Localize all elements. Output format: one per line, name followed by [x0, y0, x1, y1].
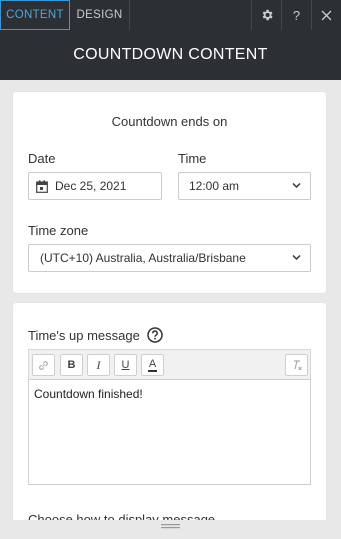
italic-button[interactable]: I — [87, 354, 110, 376]
message-card: Time's up message B I U A Countdown fini… — [13, 303, 326, 528]
clear-format-icon — [293, 360, 302, 371]
date-field[interactable]: Dec 25, 2021 — [28, 172, 162, 200]
resize-grip-icon[interactable] — [161, 523, 180, 531]
tab-content[interactable]: CONTENT — [0, 0, 70, 30]
settings-button[interactable] — [251, 0, 281, 30]
text-color-button[interactable]: A — [141, 354, 164, 376]
panel-header: COUNTDOWN CONTENT — [0, 30, 341, 80]
top-bar: CONTENT DESIGN ? — [0, 0, 341, 30]
clear-format-button[interactable] — [285, 354, 308, 376]
timezone-label: Time zone — [28, 223, 89, 238]
link-button[interactable] — [32, 354, 55, 376]
time-value: 12:00 am — [189, 179, 240, 193]
timezone-value: (UTC+10) Australia, Australia/Brisbane — [40, 251, 246, 265]
tab-design[interactable]: DESIGN — [70, 0, 130, 30]
timezone-select[interactable]: (UTC+10) Australia, Australia/Brisbane — [28, 244, 311, 272]
date-label: Date — [28, 151, 56, 166]
calendar-icon — [36, 179, 48, 193]
message-editor[interactable]: Countdown finished! — [28, 379, 311, 485]
date-value: Dec 25, 2021 — [55, 179, 127, 193]
time-label: Time — [178, 151, 207, 166]
message-label: Time's up message — [28, 327, 140, 343]
link-icon — [39, 360, 48, 370]
editor-toolbar: B I U A — [28, 349, 311, 379]
countdown-title: Countdown ends on — [111, 114, 228, 129]
close-icon — [321, 10, 332, 20]
chevron-down-icon — [292, 254, 301, 261]
close-button[interactable] — [311, 0, 341, 30]
chevron-down-icon — [292, 182, 301, 189]
countdown-card: Countdown ends on Date Dec 25, 2021 Time… — [13, 92, 326, 293]
bold-button[interactable]: B — [60, 354, 83, 376]
help-button[interactable]: ? — [281, 0, 311, 30]
gear-icon — [262, 9, 273, 21]
message-label-row: Time's up message — [28, 327, 163, 343]
time-select[interactable]: 12:00 am — [178, 172, 311, 200]
text-color-label: A — [147, 357, 158, 372]
help-icon[interactable] — [147, 327, 163, 343]
underline-button[interactable]: U — [114, 354, 137, 376]
page-title: COUNTDOWN CONTENT — [73, 46, 268, 63]
